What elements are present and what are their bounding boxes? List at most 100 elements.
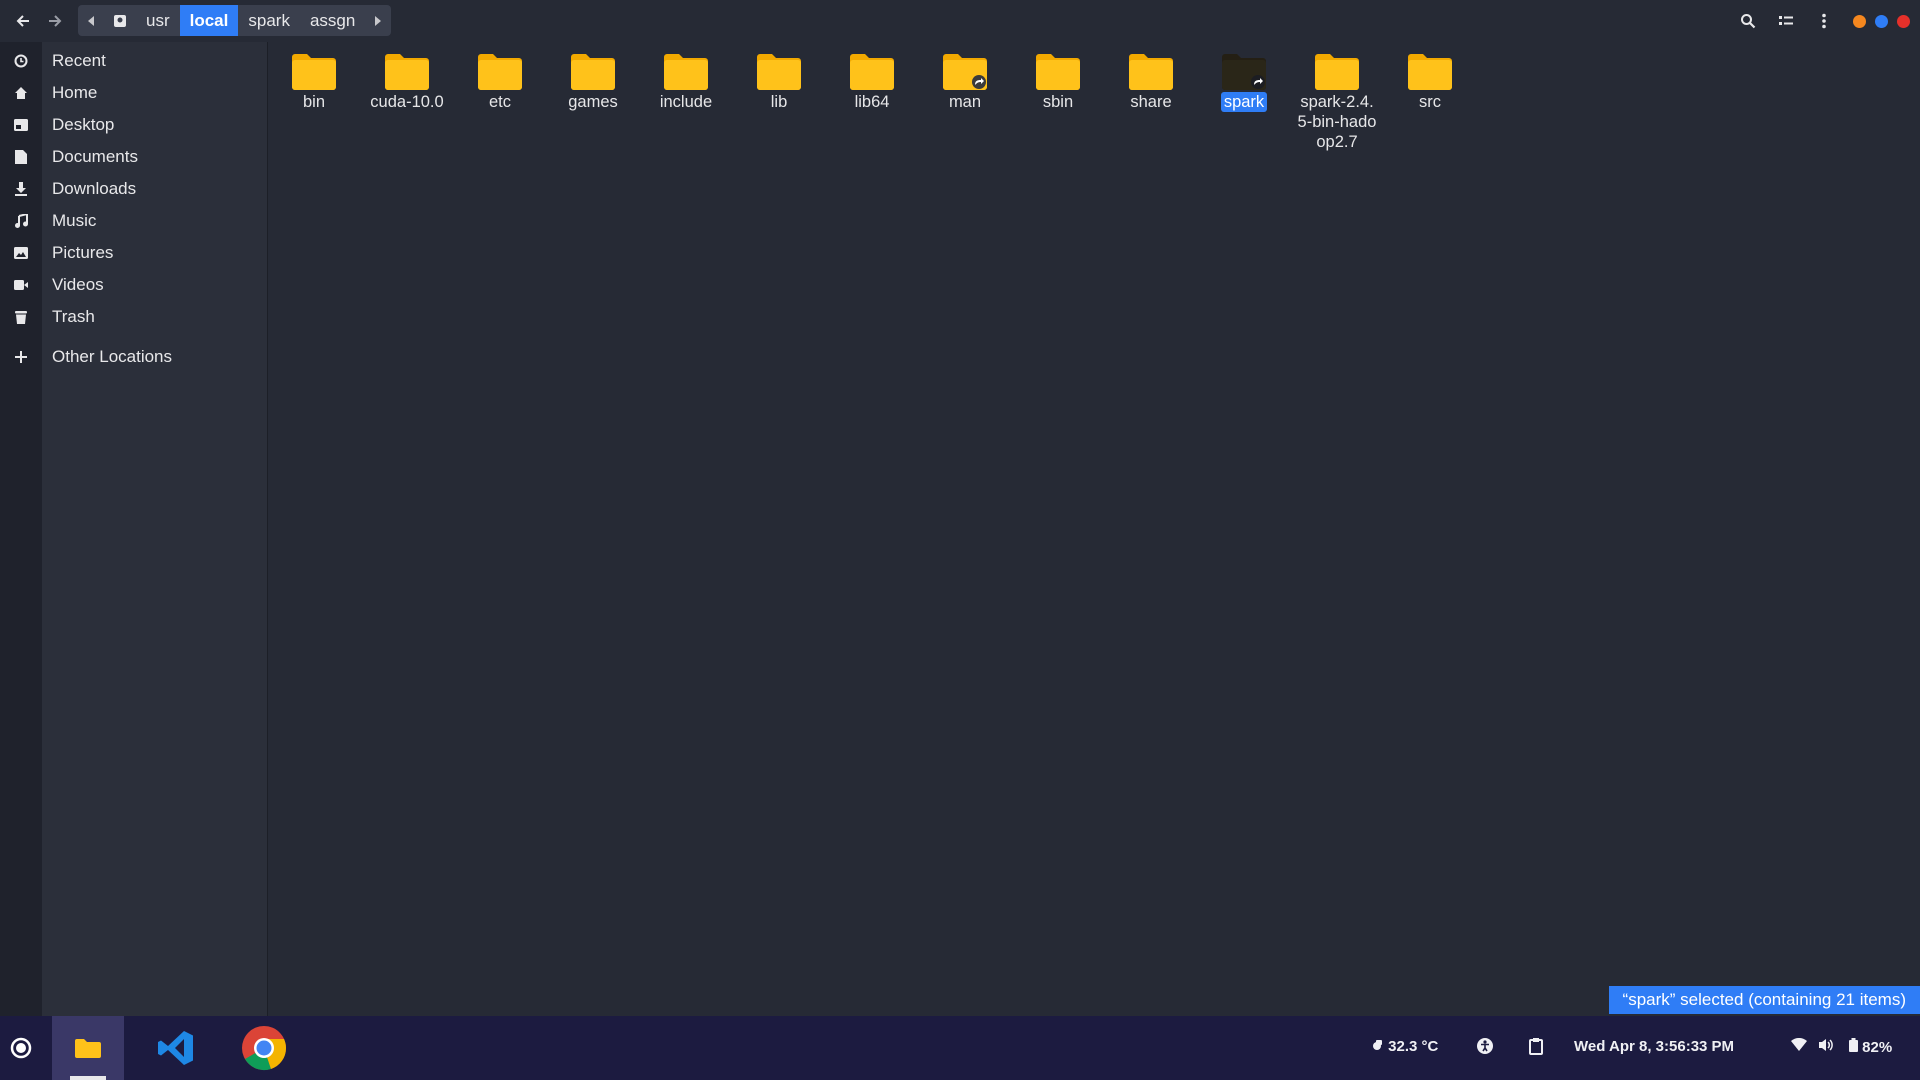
file-view: bin cuda-10.0 etc games include lib lib64 man sb… xyxy=(268,42,1920,1016)
folder-item[interactable]: bin xyxy=(268,52,360,112)
sidebar-item-documents[interactable]: Documents xyxy=(0,142,267,172)
folder-icon xyxy=(1129,54,1173,90)
sidebar-item-label: Other Locations xyxy=(52,347,173,366)
clock[interactable]: Wed Apr 8, 3:56:33 PM xyxy=(1574,1038,1734,1055)
search-button[interactable] xyxy=(1735,8,1761,34)
folder-item[interactable]: include xyxy=(640,52,732,112)
folder-name: man xyxy=(948,93,982,111)
chevron-left-icon xyxy=(88,15,94,26)
folder-item[interactable]: spark xyxy=(1198,52,1290,112)
close-button[interactable] xyxy=(1897,15,1910,28)
crumb-usr[interactable]: usr xyxy=(136,5,180,36)
activities-button[interactable] xyxy=(0,1016,56,1080)
path-scroll-right[interactable] xyxy=(365,5,391,36)
folder-app-icon xyxy=(75,1039,101,1058)
chrome-icon xyxy=(242,1026,287,1071)
folder-item[interactable]: games xyxy=(547,52,639,112)
back-button[interactable] xyxy=(10,8,36,34)
sidebar-item-desktop[interactable]: Desktop xyxy=(0,110,267,140)
path-scroll-left[interactable] xyxy=(78,5,104,36)
trash-icon xyxy=(10,306,32,328)
crumb-spark[interactable]: spark xyxy=(238,5,300,36)
folder-name: lib xyxy=(770,93,788,111)
minimize-button[interactable] xyxy=(1853,15,1866,28)
clipboard-icon xyxy=(1529,1038,1543,1055)
sidebar-item-music[interactable]: Music xyxy=(0,206,267,236)
network-indicator[interactable] xyxy=(1791,1037,1807,1056)
kebab-menu-icon xyxy=(1822,13,1826,29)
folder-icon xyxy=(1408,54,1452,90)
folder-icon xyxy=(1315,54,1359,90)
sidebar-item-home[interactable]: Home xyxy=(0,78,267,108)
crumb-root[interactable] xyxy=(104,5,136,36)
video-icon xyxy=(10,274,32,296)
folder-name: spark-2.4.5-bin-hadoop2.7 xyxy=(1297,93,1377,151)
folder-item[interactable]: spark-2.4.5-bin-hadoop2.7 xyxy=(1291,52,1383,152)
folder-icon xyxy=(757,54,801,90)
volume-icon xyxy=(1819,1039,1833,1051)
maximize-button[interactable] xyxy=(1875,15,1888,28)
sidebar-item-other-locations[interactable]: Other Locations xyxy=(0,342,267,372)
picture-icon xyxy=(10,242,32,264)
taskbar-vscode[interactable] xyxy=(140,1016,212,1080)
folder-item[interactable]: sbin xyxy=(1012,52,1104,112)
folder-icon xyxy=(943,54,987,90)
sidebar-item-videos[interactable]: Videos xyxy=(0,270,267,300)
folder-icon xyxy=(571,54,615,90)
temperature-indicator[interactable]: 32.3 °C xyxy=(1372,1038,1438,1055)
battery-icon xyxy=(1849,1038,1858,1052)
folder-item[interactable]: man xyxy=(919,52,1011,112)
folder-icon xyxy=(478,54,522,90)
folder-icon xyxy=(385,54,429,90)
sidebar-item-label: Home xyxy=(52,83,98,102)
battery-text: 82% xyxy=(1862,1039,1893,1056)
sidebar-item-recent[interactable]: Recent xyxy=(0,46,267,76)
home-icon xyxy=(10,82,32,104)
sidebar-item-label: Videos xyxy=(52,275,104,294)
folder-name: spark xyxy=(1220,92,1268,112)
list-view-icon xyxy=(1779,16,1793,25)
vscode-icon xyxy=(158,1031,193,1065)
folder-item[interactable]: cuda-10.0 xyxy=(361,52,453,112)
header-bar: usr local spark assgn xyxy=(0,0,1920,42)
crumb-local[interactable]: local xyxy=(179,5,239,36)
taskbar-files[interactable] xyxy=(52,1016,124,1080)
chevron-right-icon xyxy=(375,15,382,26)
music-icon xyxy=(10,210,32,232)
folder-item[interactable]: src xyxy=(1384,52,1476,112)
sidebar-item-label: Trash xyxy=(52,307,95,326)
arrow-left-icon xyxy=(16,15,29,27)
clipboard-indicator[interactable] xyxy=(1529,1037,1543,1059)
folder-icon xyxy=(850,54,894,90)
taskbar-chrome[interactable] xyxy=(228,1016,300,1080)
folder-name: etc xyxy=(488,93,511,111)
wifi-icon xyxy=(1791,1037,1807,1051)
crumb-assgn[interactable]: assgn xyxy=(300,5,365,36)
menu-button[interactable] xyxy=(1811,8,1837,34)
sidebar-item-label: Downloads xyxy=(52,179,137,198)
folder-name: include xyxy=(659,93,713,111)
folder-item[interactable]: share xyxy=(1105,52,1197,112)
sidebar-item-downloads[interactable]: Downloads xyxy=(0,174,267,204)
search-icon xyxy=(1741,14,1756,29)
folder-icon xyxy=(1222,54,1266,90)
sidebar-item-pictures[interactable]: Pictures xyxy=(0,238,267,268)
desktop-icon xyxy=(10,114,32,136)
battery-indicator[interactable]: 82% xyxy=(1849,1038,1892,1056)
folder-item[interactable]: lib64 xyxy=(826,52,918,112)
running-indicator xyxy=(70,1076,106,1080)
view-options-button[interactable] xyxy=(1773,8,1799,34)
drive-icon xyxy=(114,14,126,27)
sidebar-item-label: Music xyxy=(52,211,97,230)
forward-button[interactable] xyxy=(42,8,68,34)
volume-indicator[interactable] xyxy=(1818,1038,1834,1056)
thermometer-icon xyxy=(1373,1040,1382,1050)
folder-item[interactable]: lib xyxy=(733,52,825,112)
folder-name: games xyxy=(568,93,618,111)
accessibility-indicator[interactable] xyxy=(1476,1037,1494,1059)
folder-name: share xyxy=(1130,93,1172,111)
sidebar-item-label: Recent xyxy=(52,51,106,70)
folder-name: lib64 xyxy=(854,93,890,111)
folder-item[interactable]: etc xyxy=(454,52,546,112)
sidebar-item-trash[interactable]: Trash xyxy=(0,302,267,332)
